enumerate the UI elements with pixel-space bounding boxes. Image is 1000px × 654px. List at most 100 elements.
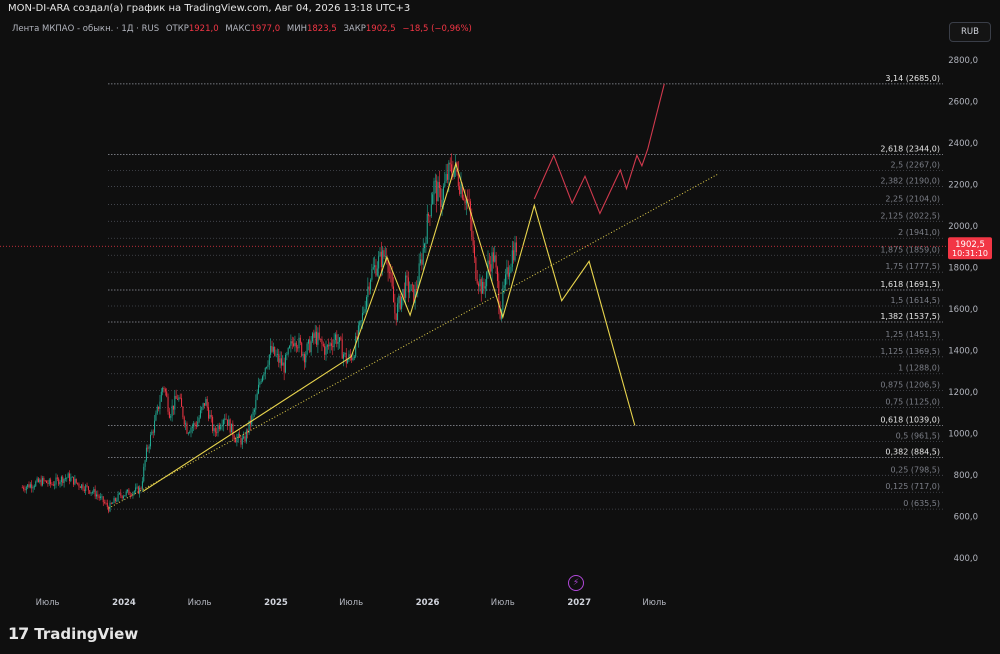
candle-body	[324, 345, 326, 355]
candle-body	[70, 477, 72, 482]
candle-body	[162, 387, 164, 392]
candle-body	[195, 424, 197, 427]
candle-body	[347, 360, 349, 364]
candle-body	[390, 272, 392, 274]
fib-level-label: 0,618 (1039,0)	[880, 415, 940, 424]
candle-body	[349, 354, 351, 357]
candle-body	[213, 428, 215, 431]
fib-level-label: 1,618 (1691,5)	[880, 280, 940, 289]
candle-body	[166, 391, 168, 397]
candle-body	[214, 428, 216, 433]
candle-body	[174, 395, 176, 410]
fib-level-label: 1,382 (1537,5)	[880, 312, 940, 321]
candle-body	[405, 275, 407, 298]
candle-body	[186, 423, 188, 434]
candle-body	[252, 411, 254, 416]
candle-body	[283, 362, 285, 373]
candle-body	[422, 248, 424, 265]
candle-body	[145, 447, 147, 461]
candle-body	[120, 492, 122, 496]
candle-body	[139, 487, 141, 494]
candle-body	[144, 460, 146, 467]
candle-body	[441, 199, 443, 207]
candle-body	[391, 273, 393, 287]
price-tick-label: 400,0	[954, 554, 978, 564]
candle-body	[116, 500, 118, 502]
candle-body	[191, 426, 193, 428]
candle-body	[507, 267, 509, 277]
lightning-icon[interactable]: ⚡	[568, 575, 584, 591]
fib-level-label: 0,25 (798,5)	[891, 465, 941, 474]
candle-body	[298, 337, 300, 349]
candle-body	[482, 282, 484, 294]
candle-body	[66, 477, 68, 479]
candle-body	[47, 482, 49, 484]
candle-body	[306, 343, 308, 355]
candle-body	[339, 337, 341, 342]
candle-body	[182, 406, 184, 418]
candle-body	[226, 419, 228, 426]
tradingview-logo[interactable]: 17 TradingView	[8, 624, 138, 643]
candle-body	[483, 282, 485, 289]
fib-level-label: 0,382 (884,5)	[885, 447, 940, 456]
fib-level-label: 0,5 (961,5)	[896, 431, 940, 440]
candle-body	[235, 439, 237, 443]
fib-level-label: 2 (1941,0)	[898, 228, 940, 237]
candle-body	[436, 180, 438, 202]
candle-body	[58, 478, 60, 485]
fib-level-label: 1,875 (1859,0)	[880, 245, 940, 254]
candle-body	[187, 432, 189, 434]
candle-body	[345, 352, 347, 364]
candle-body	[86, 485, 88, 487]
candle-body	[372, 267, 374, 270]
candle-body	[429, 215, 431, 217]
candle-body	[244, 436, 246, 442]
candle-body	[63, 478, 65, 484]
fib-level-label: 2,25 (2104,0)	[885, 194, 940, 203]
candle-body	[106, 502, 108, 507]
candle-body	[299, 337, 301, 343]
time-tick-label: Июль	[642, 598, 666, 608]
candle-body	[87, 486, 89, 491]
candle-body	[447, 174, 449, 180]
candle-body	[175, 395, 177, 399]
candle-body	[305, 354, 307, 363]
candle-body	[468, 200, 470, 202]
candle-body	[199, 410, 201, 418]
candle-body	[359, 321, 361, 326]
candle-body	[344, 352, 346, 355]
price-badge-countdown: 10:31:10	[952, 249, 988, 258]
candle-body	[158, 406, 160, 410]
price-tick-label: 600,0	[954, 513, 978, 523]
candle-body	[492, 252, 494, 262]
candle-body	[35, 481, 37, 487]
candle-body	[48, 479, 50, 484]
candle-body	[275, 354, 277, 356]
candle-body	[460, 184, 462, 194]
candle-body	[221, 425, 223, 427]
candle-body	[81, 484, 83, 489]
candle-body	[268, 354, 270, 365]
candle-body	[201, 407, 203, 411]
time-tick-label: 2025	[264, 598, 288, 608]
candle-body	[171, 405, 173, 416]
candle-body	[313, 333, 315, 338]
candle-body	[177, 398, 179, 400]
candle-body	[23, 487, 25, 490]
candle-body	[325, 346, 327, 355]
candle-body	[330, 343, 332, 346]
candle-body	[424, 243, 426, 249]
candle-body	[303, 353, 305, 363]
candle-body	[32, 487, 34, 489]
candle-body	[415, 289, 417, 290]
candle-body	[212, 416, 214, 431]
candle-body	[395, 313, 397, 321]
candle-body	[241, 438, 243, 445]
candle-body	[426, 213, 428, 244]
candle-body	[463, 198, 465, 200]
candle-body	[418, 263, 420, 285]
candle-body	[82, 484, 84, 490]
footer	[0, 617, 1000, 654]
candle-body	[285, 354, 287, 373]
price-chart[interactable]: 3,14 (2685,0) 2,618 (2344,0) 2,5 (2267,0) 2…	[0, 0, 1000, 620]
